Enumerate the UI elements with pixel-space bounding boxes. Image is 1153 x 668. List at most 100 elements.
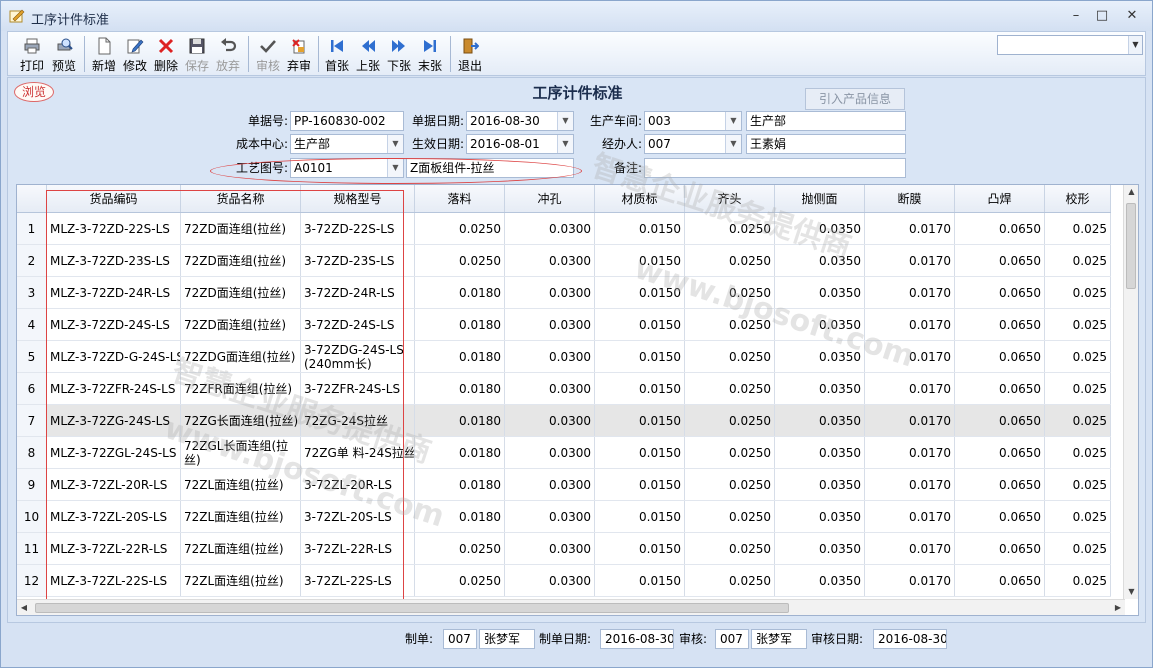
scroll-thumb[interactable] xyxy=(35,603,789,613)
table-cell[interactable]: 0.0250 xyxy=(415,213,505,244)
chevron-left-icon[interactable]: ◀ xyxy=(17,600,31,615)
table-cell[interactable]: 0.0300 xyxy=(505,277,595,308)
table-cell[interactable]: 0.0180 xyxy=(415,309,505,340)
row-number[interactable]: 4 xyxy=(17,309,47,340)
table-cell[interactable]: 0.0300 xyxy=(505,309,595,340)
table-cell[interactable]: 0.0250 xyxy=(685,341,775,372)
row-number[interactable]: 9 xyxy=(17,469,47,500)
table-cell[interactable]: 0.0350 xyxy=(775,437,865,468)
new-button[interactable]: 新增 xyxy=(89,35,119,73)
column-header[interactable]: 齐头 xyxy=(685,185,775,212)
previous-record-button[interactable]: 上张 xyxy=(353,35,383,73)
column-header[interactable]: 校形 xyxy=(1045,185,1111,212)
table-cell[interactable]: 0.0350 xyxy=(775,533,865,564)
table-cell[interactable]: 0.0170 xyxy=(865,373,955,404)
table-cell[interactable]: 0.0150 xyxy=(595,245,685,276)
table-cell[interactable]: 0.0170 xyxy=(865,277,955,308)
table-cell[interactable]: 0.0170 xyxy=(865,213,955,244)
chevron-up-icon[interactable]: ▲ xyxy=(1124,185,1138,199)
table-cell[interactable]: 0.0350 xyxy=(775,373,865,404)
table-cell[interactable]: 0.0300 xyxy=(505,501,595,532)
handler-code-field[interactable]: 007 ▼ xyxy=(644,134,742,154)
table-cell[interactable]: 0.0650 xyxy=(955,341,1045,372)
delete-button[interactable]: 删除 xyxy=(151,35,181,73)
row-number[interactable]: 3 xyxy=(17,277,47,308)
table-cell[interactable]: 0.0300 xyxy=(505,213,595,244)
table-cell[interactable]: 0.0180 xyxy=(415,341,505,372)
preview-button[interactable]: 预览 xyxy=(48,35,80,73)
table-cell[interactable]: 0.0170 xyxy=(865,245,955,276)
table-cell[interactable]: 0.0300 xyxy=(505,469,595,500)
table-cell[interactable]: 0.0150 xyxy=(595,277,685,308)
table-cell[interactable]: 0.0150 xyxy=(595,469,685,500)
table-cell[interactable]: 0.0250 xyxy=(685,437,775,468)
table-cell[interactable]: 0.0250 xyxy=(685,405,775,436)
table-cell[interactable]: 0.0170 xyxy=(865,469,955,500)
table-cell[interactable]: 0.0170 xyxy=(865,437,955,468)
table-cell[interactable]: 0.0650 xyxy=(955,469,1045,500)
table-cell[interactable]: 0.025 xyxy=(1045,309,1111,340)
column-header[interactable]: 冲孔 xyxy=(505,185,595,212)
table-cell[interactable]: 0.0650 xyxy=(955,501,1045,532)
unaudit-button[interactable]: 弃审 xyxy=(284,35,314,73)
table-cell[interactable]: 0.0350 xyxy=(775,213,865,244)
table-cell[interactable]: 0.0300 xyxy=(505,245,595,276)
table-cell[interactable]: 0.025 xyxy=(1045,213,1111,244)
chevron-down-icon[interactable]: ▼ xyxy=(725,112,741,130)
chevron-down-icon[interactable]: ▼ xyxy=(1124,585,1138,599)
next-record-button[interactable]: 下张 xyxy=(384,35,414,73)
audit-button[interactable]: 审核 xyxy=(253,35,283,73)
remark-field[interactable] xyxy=(644,158,906,178)
table-cell[interactable]: 0.0250 xyxy=(685,213,775,244)
table-cell[interactable]: 0.0150 xyxy=(595,213,685,244)
table-cell[interactable]: 0.0250 xyxy=(685,533,775,564)
doc-no-field[interactable]: PP-160830-002 xyxy=(290,111,404,131)
table-cell[interactable]: 0.0250 xyxy=(685,245,775,276)
table-cell[interactable]: 0.0180 xyxy=(415,501,505,532)
table-cell[interactable]: 0.0170 xyxy=(865,405,955,436)
scroll-thumb[interactable] xyxy=(1126,203,1136,289)
table-cell[interactable]: 0.0300 xyxy=(505,533,595,564)
table-cell[interactable]: 0.0350 xyxy=(775,341,865,372)
table-cell[interactable]: 0.0650 xyxy=(955,565,1045,596)
table-cell[interactable]: 0.0150 xyxy=(595,309,685,340)
table-cell[interactable]: 0.0150 xyxy=(595,533,685,564)
doc-date-field[interactable]: 2016-08-30 ▼ xyxy=(466,111,574,131)
table-cell[interactable]: 0.0350 xyxy=(775,469,865,500)
close-button[interactable]: ✕ xyxy=(1123,9,1141,23)
column-header[interactable]: 凸焊 xyxy=(955,185,1045,212)
table-cell[interactable]: 0.0180 xyxy=(415,277,505,308)
chevron-right-icon[interactable]: ▶ xyxy=(1111,600,1125,615)
table-cell[interactable]: 0.0650 xyxy=(955,213,1045,244)
vertical-scrollbar[interactable]: ▲ ▼ xyxy=(1123,185,1138,599)
table-cell[interactable]: 0.0180 xyxy=(415,373,505,404)
maximize-button[interactable]: □ xyxy=(1093,9,1111,23)
chevron-down-icon[interactable]: ▼ xyxy=(387,135,403,153)
column-header[interactable]: 材质标 xyxy=(595,185,685,212)
table-cell[interactable]: 0.0180 xyxy=(415,437,505,468)
table-cell[interactable]: 0.025 xyxy=(1045,565,1111,596)
table-cell[interactable]: 0.0350 xyxy=(775,501,865,532)
first-record-button[interactable]: 首张 xyxy=(322,35,352,73)
row-number[interactable]: 5 xyxy=(17,341,47,372)
row-number[interactable]: 8 xyxy=(17,437,47,468)
table-cell[interactable]: 0.0300 xyxy=(505,405,595,436)
table-cell[interactable]: 0.025 xyxy=(1045,533,1111,564)
row-number[interactable]: 2 xyxy=(17,245,47,276)
table-cell[interactable]: 0.0170 xyxy=(865,309,955,340)
column-header[interactable]: 抛侧面 xyxy=(775,185,865,212)
table-cell[interactable]: 0.025 xyxy=(1045,437,1111,468)
print-button[interactable]: 打印 xyxy=(16,35,48,73)
column-header[interactable]: 断膜 xyxy=(865,185,955,212)
table-cell[interactable]: 0.0170 xyxy=(865,341,955,372)
chevron-down-icon[interactable]: ▼ xyxy=(725,135,741,153)
table-cell[interactable]: 0.0250 xyxy=(415,245,505,276)
exit-button[interactable]: 退出 xyxy=(455,35,485,73)
table-cell[interactable]: 0.0650 xyxy=(955,437,1045,468)
table-cell[interactable]: 0.0150 xyxy=(595,341,685,372)
table-cell[interactable]: 0.0300 xyxy=(505,341,595,372)
table-cell[interactable]: 0.0150 xyxy=(595,437,685,468)
table-cell[interactable]: 0.0300 xyxy=(505,437,595,468)
table-cell[interactable]: 0.025 xyxy=(1045,277,1111,308)
table-cell[interactable]: 0.0180 xyxy=(415,469,505,500)
